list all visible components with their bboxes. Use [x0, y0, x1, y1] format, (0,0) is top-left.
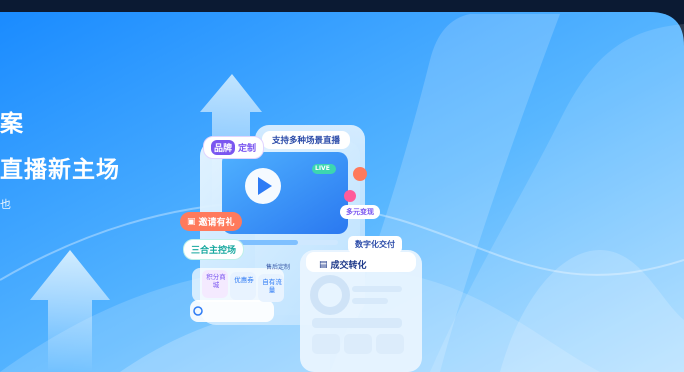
gift-small-icon: ▣: [187, 216, 196, 227]
chip-invite: ▣ 邀请有礼: [180, 212, 242, 231]
chip-brand: 品牌 定制: [203, 136, 265, 159]
chip-digital-label: 数字化交付: [355, 240, 395, 249]
tile-traffic[interactable]: 自有流量: [262, 278, 282, 294]
chip-conversion: ▤ 成交转化: [312, 255, 374, 274]
banner: 案 直播新主场 也 支持多种场景直播 LIVE 品牌 定制 ▣ 邀请有礼 三合主…: [0, 0, 684, 372]
scene-title: 支持多种场景直播: [262, 131, 351, 149]
heart-icon: [344, 190, 356, 202]
chip-multi-label: 多元变现: [346, 208, 374, 216]
hero-title-line1: 案: [0, 111, 24, 137]
chip-custom-label: 定制: [238, 144, 257, 154]
after-sale-label: 售后定制: [266, 264, 291, 271]
chip-conversion-label: 成交转化: [330, 261, 367, 271]
live-badge: LIVE: [315, 165, 330, 172]
hero-subtitle: 也: [0, 198, 11, 211]
chip-invite-label: 邀请有礼: [198, 218, 235, 228]
chip-anchor-label: 三合主控场: [191, 246, 237, 256]
hero-illustration: [0, 0, 684, 372]
chip-multi: 多元变现: [340, 205, 380, 219]
doc-icon: ▤: [319, 259, 328, 270]
tile-coupon[interactable]: 优惠券: [234, 276, 254, 284]
chip-brand-label: 品牌: [211, 140, 236, 155]
hero-title-line2: 直播新主场: [0, 157, 120, 183]
chip-anchor: 三合主控场: [183, 239, 245, 260]
chip-digital: 数字化交付: [348, 236, 402, 253]
like-icon: [353, 167, 367, 181]
tile-points[interactable]: 积分商城: [206, 273, 226, 289]
